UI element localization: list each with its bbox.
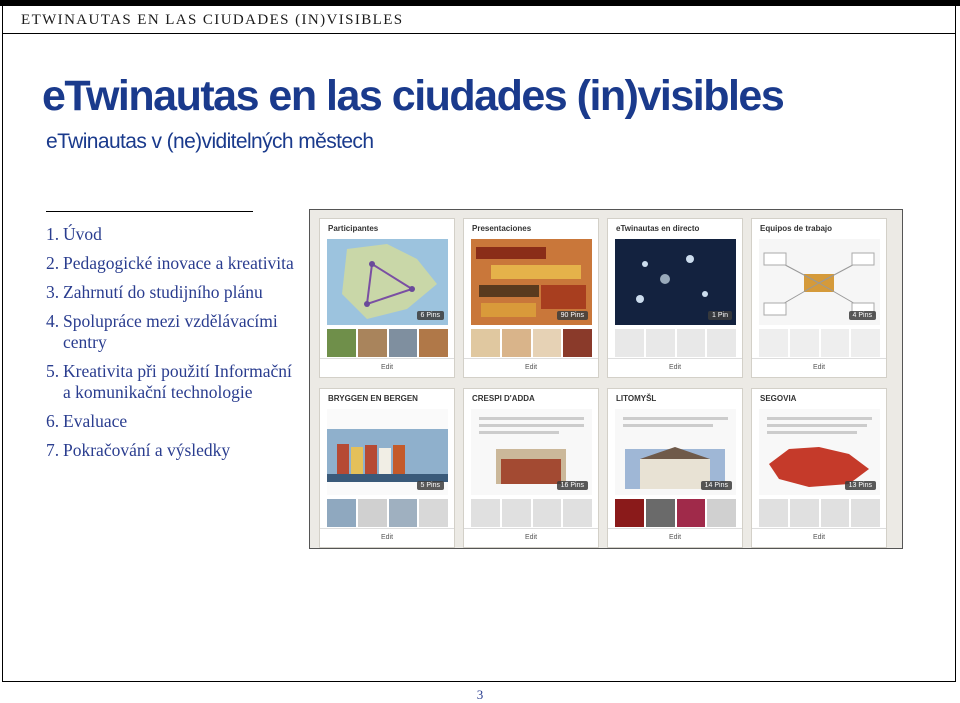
board-title: CRESPI D'ADDA <box>472 394 535 403</box>
slide-title: eTwinautas en las ciudades (in)visibles <box>42 72 785 120</box>
edit-button[interactable]: Edit <box>752 358 886 377</box>
toc-item-text: Spolupráce mezi vzdělávacími centry <box>63 311 278 352</box>
edit-button[interactable]: Edit <box>608 528 742 547</box>
pinterest-boards-screenshot: Participantes 6 Pins Edit Presentaciones… <box>309 209 903 549</box>
toc-item-text: Kreativita při použití Informační a komu… <box>63 361 292 402</box>
edit-button[interactable]: Edit <box>320 358 454 377</box>
pin-count: 13 Pins <box>844 481 876 490</box>
board-thumbnails <box>471 499 592 527</box>
toc-divider <box>46 211 253 212</box>
edit-button[interactable]: Edit <box>320 528 454 547</box>
table-of-contents: 1. Úvod 2. Pedagogické inovace a kreativit… <box>46 224 296 469</box>
edit-button[interactable]: Edit <box>752 528 886 547</box>
toc-item-number: 2. <box>46 253 60 273</box>
toc-item-number: 3. <box>46 282 60 302</box>
header-divider <box>2 33 956 34</box>
pin-count: 16 Pins <box>556 481 588 490</box>
board-thumbnails <box>327 329 448 357</box>
toc-item: 5. Kreativita při použití Informační a ko… <box>46 361 296 403</box>
toc-item-text: Zahrnutí do studijního plánu <box>63 282 263 302</box>
board-card[interactable]: SEGOVIA 13 Pins Edit <box>751 388 887 548</box>
board-title: eTwinautas en directo <box>616 224 700 233</box>
board-thumbnails <box>471 329 592 357</box>
board-card[interactable]: Participantes 6 Pins Edit <box>319 218 455 378</box>
board-card[interactable]: eTwinautas en directo 1 Pin Edit <box>607 218 743 378</box>
board-title: LITOMYŠL <box>616 394 657 403</box>
toc-item-number: 7. <box>46 440 60 460</box>
toc-item: 2. Pedagogické inovace a kreativita <box>46 253 296 274</box>
toc-item: 1. Úvod <box>46 224 296 245</box>
toc-item-text: Evaluace <box>63 411 128 431</box>
board-title: SEGOVIA <box>760 394 797 403</box>
toc-item-number: 5. <box>46 361 60 381</box>
board-title: BRYGGEN EN BERGEN <box>328 394 418 403</box>
board-thumbnails <box>615 499 736 527</box>
toc-item: 3. Zahrnutí do studijního plánu <box>46 282 296 303</box>
board-card[interactable]: Equipos de trabajo 4 Pins Edit <box>751 218 887 378</box>
toc-item-number: 4. <box>46 311 60 331</box>
pin-count: 14 Pins <box>700 481 732 490</box>
toc-item-number: 6. <box>46 411 60 431</box>
toc-item: 6. Evaluace <box>46 411 296 432</box>
toc-item: 4. Spolupráce mezi vzdělávacími centry <box>46 311 296 353</box>
toc-item-number: 1. <box>46 224 60 244</box>
running-header: ETWINAUTAS EN LAS CIUDADES (IN)VISIBLES <box>21 12 404 28</box>
board-thumbnails <box>759 499 880 527</box>
pin-count: 4 Pins <box>848 311 876 320</box>
board-title: Participantes <box>328 224 379 233</box>
board-card[interactable]: LITOMYŠL 14 Pins Edit <box>607 388 743 548</box>
board-title: Presentaciones <box>472 224 532 233</box>
toc-item-text: Pedagogické inovace a kreativita <box>63 253 294 273</box>
pin-count: 1 Pin <box>708 311 732 320</box>
board-thumbnails <box>759 329 880 357</box>
page-number: 3 <box>476 687 484 702</box>
pin-count: 5 Pins <box>416 481 444 490</box>
pin-count: 90 Pins <box>556 311 588 320</box>
board-card[interactable]: BRYGGEN EN BERGEN 5 Pins Edit <box>319 388 455 548</box>
board-thumbnails <box>327 499 448 527</box>
slide-subtitle: eTwinautas v (ne)viditelných městech <box>46 130 374 153</box>
board-card[interactable]: CRESPI D'ADDA 16 Pins Edit <box>463 388 599 548</box>
board-thumbnails <box>615 329 736 357</box>
toc-item: 7. Pokračování a výsledky <box>46 440 296 461</box>
pin-count: 6 Pins <box>416 311 444 320</box>
toc-item-text: Pokračování a výsledky <box>63 440 231 460</box>
board-card[interactable]: Presentaciones 90 Pins Edit <box>463 218 599 378</box>
edit-button[interactable]: Edit <box>608 358 742 377</box>
edit-button[interactable]: Edit <box>464 358 598 377</box>
toc-item-text: Úvod <box>63 224 102 244</box>
edit-button[interactable]: Edit <box>464 528 598 547</box>
board-title: Equipos de trabajo <box>760 224 833 233</box>
